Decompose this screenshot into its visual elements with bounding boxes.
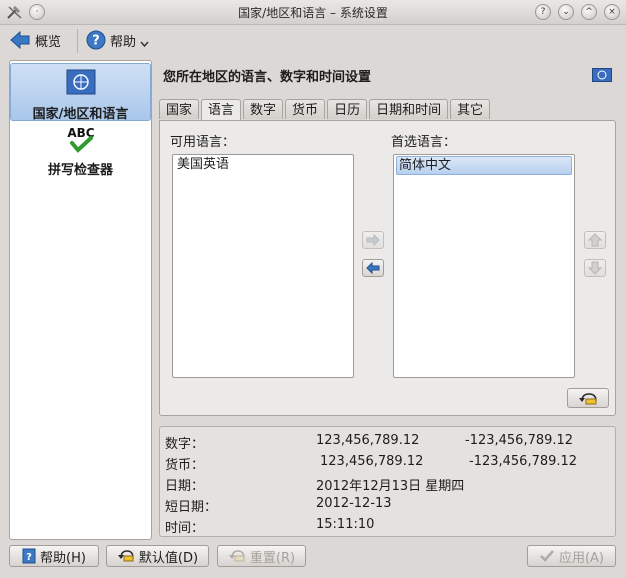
context-help-button[interactable]: ?: [535, 4, 551, 20]
preferred-languages-label: 首选语言：: [391, 135, 457, 150]
date-value: 2012年12月13日 星期四: [316, 479, 465, 494]
number-label: 数字：: [165, 437, 205, 452]
arrow-down-icon: [587, 261, 603, 275]
sidebar-item-locale[interactable]: 国家/地区和语言: [10, 63, 151, 122]
un-flag-icon: [66, 69, 95, 95]
toolbar: 概览 ? 帮助: [0, 25, 626, 55]
date-label: 日期：: [165, 479, 205, 494]
toolbar-separator: [77, 29, 78, 53]
page-title: 您所在地区的语言、数字和时间设置: [163, 70, 372, 85]
reset-languages-button[interactable]: [567, 388, 609, 408]
add-language-button[interactable]: [362, 231, 384, 249]
tab-currency[interactable]: 货币: [285, 99, 326, 119]
help-label: 帮助: [110, 34, 137, 50]
time-label: 时间：: [165, 521, 205, 536]
apply-button-label: 应用(A): [558, 550, 605, 566]
sidebar-item-label: 拼写检查器: [47, 163, 113, 178]
minimize-button[interactable]: ⌄: [558, 4, 574, 20]
currency-label: 货币：: [165, 458, 205, 473]
preferred-languages-list[interactable]: 简体中文: [393, 154, 575, 378]
defaults-button[interactable]: 默认值(D): [106, 545, 209, 567]
short-date-value: 2012-12-13: [316, 496, 392, 511]
arrow-right-icon: [366, 233, 380, 247]
reset-button[interactable]: 重置(R): [217, 545, 306, 567]
sidebar-item-label: 国家/地区和语言: [32, 107, 129, 122]
maximize-button[interactable]: ^: [581, 4, 597, 20]
chevron-down-icon: [140, 41, 149, 48]
svg-text:?: ?: [26, 552, 32, 563]
short-date-label: 短日期：: [165, 500, 218, 515]
help-button-label: 帮助(H): [40, 550, 86, 566]
title-bar: · 国家/地区和语言 – 系统设置 ? ⌄ ^ ×: [0, 0, 626, 25]
currency-negative-value: -123,456,789.12: [469, 454, 578, 469]
back-arrow-icon: [10, 30, 30, 50]
undo-icon: [117, 550, 134, 562]
tab-other[interactable]: 其它: [450, 99, 491, 119]
close-button[interactable]: ×: [604, 4, 620, 20]
move-down-button[interactable]: [584, 259, 606, 277]
help-menu-button[interactable]: ? 帮助: [86, 28, 149, 52]
overview-label: 概览: [35, 34, 62, 50]
reset-button-label: 重置(R): [249, 550, 296, 566]
list-item[interactable]: 简体中文: [396, 156, 572, 175]
apply-button[interactable]: 应用(A): [527, 545, 616, 567]
available-languages-list[interactable]: 美国英语: [172, 154, 354, 378]
defaults-button-label: 默认值(D): [138, 550, 199, 566]
overview-button[interactable]: 概览: [9, 28, 61, 52]
undo-icon: [228, 550, 245, 562]
help-icon: ?: [86, 30, 106, 50]
tab-numbers[interactable]: 数字: [243, 99, 284, 119]
arrow-left-icon: [366, 261, 380, 275]
sidebar: 国家/地区和语言 ABC 拼写检查器: [9, 60, 152, 540]
tab-date-time[interactable]: 日期和时间: [369, 99, 449, 119]
tab-country[interactable]: 国家: [159, 99, 200, 119]
locale-examples-panel: 数字： 123,456,789.12 -123,456,789.12 货币： 1…: [159, 426, 616, 537]
arrow-up-icon: [587, 233, 603, 247]
list-item[interactable]: 美国英语: [175, 156, 351, 173]
number-negative-value: -123,456,789.12: [465, 433, 574, 448]
spellcheck-icon: ABC: [67, 126, 94, 153]
system-settings-window: · 国家/地区和语言 – 系统设置 ? ⌄ ^ × 概览 ? 帮助 国家/地区和…: [0, 0, 626, 578]
available-languages-label: 可用语言：: [170, 135, 236, 150]
remove-language-button[interactable]: [362, 259, 384, 277]
number-positive-value: 123,456,789.12: [316, 433, 420, 448]
help-book-icon: ?: [22, 548, 36, 564]
window-title: 国家/地区和语言 – 系统设置: [238, 6, 388, 20]
sidebar-item-spellcheck[interactable]: ABC 拼写检查器: [10, 125, 151, 181]
tab-calendar[interactable]: 日历: [327, 99, 368, 119]
time-value: 15:11:10: [316, 517, 375, 532]
svg-text:?: ?: [92, 34, 100, 49]
checkmark-icon: [540, 550, 554, 562]
help-button[interactable]: ? 帮助(H): [9, 545, 99, 567]
move-up-button[interactable]: [584, 231, 606, 249]
tab-language[interactable]: 语言: [201, 99, 242, 121]
undo-icon: [579, 393, 597, 405]
currency-positive-value: 123,456,789.12: [320, 454, 424, 469]
tab-bar: 国家 语言 数字 货币 日历 日期和时间 其它: [159, 99, 492, 121]
un-flag-icon: [592, 68, 612, 82]
language-tab-panel: 可用语言： 首选语言： 美国英语 简体中文: [159, 120, 616, 416]
